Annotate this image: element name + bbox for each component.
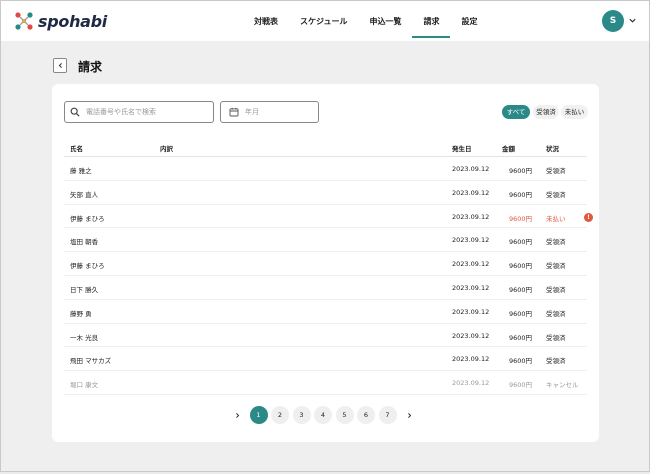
status-cell: 受領済 bbox=[546, 167, 566, 175]
amount-cell: 9600円 bbox=[508, 262, 532, 271]
table-row[interactable]: 藤 雅之 2023.09.12 9600円 受領済 bbox=[64, 157, 587, 181]
col-status: 状況 bbox=[546, 145, 559, 153]
name-cell: 堀口 康文 bbox=[70, 381, 99, 390]
table-row[interactable]: 堀口 康文 2023.09.12 9600円 キャンセル bbox=[64, 371, 587, 395]
date-cell: 2023.09.12 bbox=[452, 283, 490, 292]
col-amount: 金額 bbox=[502, 145, 515, 153]
col-name: 氏名 bbox=[70, 145, 83, 153]
name-cell: 一木 光良 bbox=[70, 333, 99, 342]
billing-card: すべて 受領済 未払い 氏名 内訳 発生日 金額 状況 藤 雅之 2023.09.… bbox=[52, 84, 599, 442]
page-button[interactable]: 6 bbox=[357, 406, 375, 424]
name-cell: 飛田 マサカズ bbox=[70, 357, 112, 366]
nav-item[interactable]: スケジュール bbox=[289, 1, 358, 41]
filter-unpaid-button[interactable]: 未払い bbox=[561, 105, 588, 119]
amount-cell: 9600円 bbox=[508, 333, 532, 342]
name-cell: 塩田 朝香 bbox=[70, 238, 99, 247]
table-row[interactable]: 日下 勝久 2023.09.12 9600円 受領済 bbox=[64, 276, 587, 300]
date-cell: 2023.09.12 bbox=[452, 355, 490, 364]
chevron-left-icon bbox=[58, 63, 62, 68]
date-cell: 2023.09.12 bbox=[452, 260, 490, 269]
back-button[interactable] bbox=[53, 58, 67, 73]
status-cell: 未払い bbox=[546, 214, 566, 223]
amount-cell: 9600円 bbox=[508, 214, 532, 223]
name-cell: 藤 雅之 bbox=[70, 167, 92, 175]
brand-name: spohabi bbox=[38, 11, 107, 31]
table-row[interactable]: 藤野 勇 2023.09.12 9600円 受領済 bbox=[64, 300, 587, 324]
date-cell: 2023.09.12 bbox=[452, 379, 490, 388]
name-cell: 伊藤 まひろ bbox=[70, 262, 105, 271]
amount-cell: 9600円 bbox=[508, 309, 532, 318]
table-row[interactable]: 伊藤 まひろ 2023.09.12 9600円 受領済 bbox=[64, 252, 587, 276]
table-row[interactable]: 矢部 直人 2023.09.12 9600円 受領済 bbox=[64, 181, 587, 205]
nav-item[interactable]: 請求 bbox=[412, 1, 451, 41]
month-input[interactable] bbox=[245, 108, 318, 116]
page-button[interactable]: 1 bbox=[249, 406, 268, 424]
filter-paid-button[interactable]: 受領済 bbox=[533, 105, 559, 119]
amount-cell: 9600円 bbox=[508, 190, 532, 199]
status-cell: 受領済 bbox=[546, 190, 566, 199]
table-row[interactable]: 塩田 朝香 2023.09.12 9600円 受領済 bbox=[64, 228, 587, 253]
next-page-button[interactable] bbox=[400, 406, 418, 424]
date-cell: 2023.09.12 bbox=[452, 188, 490, 197]
status-cell: 受領済 bbox=[546, 333, 566, 342]
page-button[interactable]: 7 bbox=[378, 406, 397, 424]
prev-page-button[interactable] bbox=[228, 406, 246, 424]
alert-icon: ! bbox=[584, 212, 593, 222]
top-header: spohabi 対戦表 スケジュール 申込一覧 請求 設定 S bbox=[1, 1, 649, 41]
nav-item[interactable]: 設定 bbox=[450, 1, 488, 41]
page-button[interactable]: 5 bbox=[335, 406, 354, 424]
col-date: 発生日 bbox=[452, 145, 472, 153]
status-cell: 受領済 bbox=[546, 357, 566, 366]
nav-item[interactable]: 申込一覧 bbox=[358, 1, 412, 41]
month-field[interactable] bbox=[220, 101, 319, 123]
chevron-down-icon[interactable] bbox=[628, 16, 637, 25]
table-row[interactable]: 一木 光良 2023.09.12 9600円 受領済 bbox=[64, 324, 587, 348]
status-cell: 受領済 bbox=[546, 238, 566, 247]
name-cell: 矢部 直人 bbox=[70, 190, 99, 199]
name-cell: 伊藤 まひろ bbox=[70, 214, 105, 223]
name-cell: 日下 勝久 bbox=[70, 285, 99, 294]
page-button[interactable]: 4 bbox=[314, 406, 332, 424]
table-row[interactable]: 伊藤 まひろ 2023.09.12 9600円 未払い! bbox=[64, 205, 593, 229]
date-cell: 2023.09.12 bbox=[452, 165, 490, 173]
filter-all-button[interactable]: すべて bbox=[502, 105, 530, 119]
page-button[interactable]: 3 bbox=[292, 406, 311, 424]
status-cell: 受領済 bbox=[546, 262, 566, 271]
chevron-left-icon bbox=[235, 412, 239, 418]
app-window: spohabi 対戦表 スケジュール 申込一覧 請求 設定 S 請求 電話番号や… bbox=[0, 0, 650, 472]
search-field[interactable] bbox=[64, 101, 214, 123]
main-nav: 対戦表 スケジュール 申込一覧 請求 設定 bbox=[243, 1, 488, 41]
status-cell: 受領済 bbox=[546, 285, 566, 294]
chevron-right-icon bbox=[407, 412, 411, 418]
col-breakdown: 内訳 bbox=[160, 145, 173, 153]
table-header: 氏名 内訳 発生日 金額 状況 bbox=[64, 138, 587, 157]
search-icon bbox=[70, 107, 80, 117]
page-button[interactable]: 2 bbox=[271, 406, 289, 424]
page-title: 請求 bbox=[78, 60, 103, 74]
date-cell: 2023.09.12 bbox=[452, 212, 490, 221]
amount-cell: 9600円 bbox=[508, 285, 532, 294]
status-cell: キャンセル bbox=[546, 381, 579, 390]
pagination: 1234567 bbox=[228, 406, 422, 424]
amount-cell: 9600円 bbox=[508, 238, 532, 247]
amount-cell: 9600円 bbox=[508, 357, 532, 366]
date-cell: 2023.09.12 bbox=[452, 236, 490, 245]
calendar-icon bbox=[229, 107, 239, 117]
amount-cell: 9600円 bbox=[508, 167, 532, 175]
status-cell: 受領済 bbox=[546, 309, 566, 318]
date-cell: 2023.09.12 bbox=[452, 307, 490, 316]
logo-mark-icon bbox=[15, 12, 33, 30]
nav-item[interactable]: 対戦表 bbox=[243, 1, 289, 41]
billing-table-body: 藤 雅之 2023.09.12 9600円 受領済 矢部 直人 2023.09.12 960… bbox=[64, 157, 593, 395]
date-cell: 2023.09.12 bbox=[452, 331, 490, 340]
table-row[interactable]: 飛田 マサカズ 2023.09.12 9600円 受領済 bbox=[64, 347, 587, 372]
amount-cell: 9600円 bbox=[508, 381, 532, 390]
brand-logo[interactable]: spohabi bbox=[13, 10, 107, 32]
user-avatar[interactable]: S bbox=[602, 10, 624, 32]
search-input[interactable] bbox=[86, 108, 213, 116]
name-cell: 藤野 勇 bbox=[70, 309, 92, 318]
